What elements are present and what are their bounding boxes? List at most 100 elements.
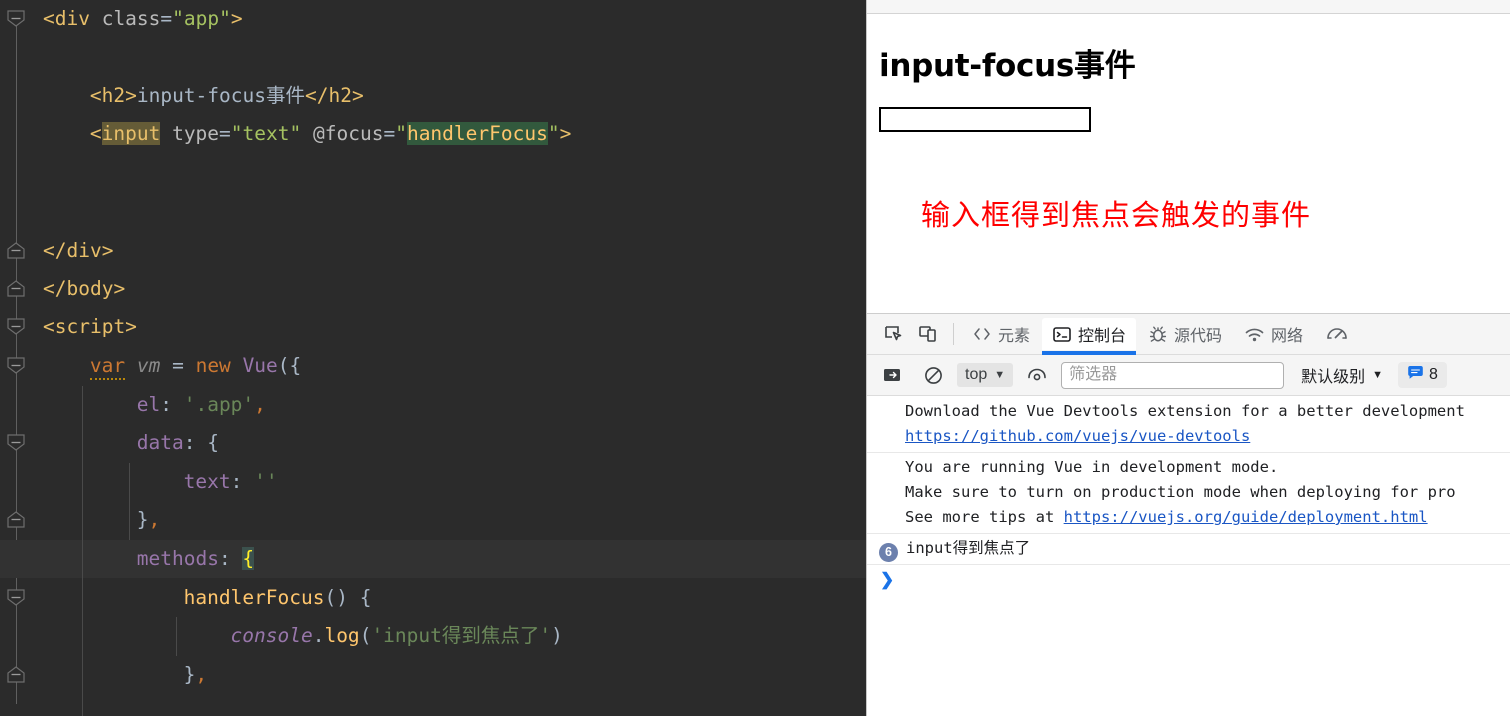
code-token: "text" (230, 122, 302, 145)
fold-marker-down[interactable] (6, 357, 28, 374)
sidebar-toggle-icon[interactable] (875, 360, 909, 390)
code-line[interactable]: <div class="app"> (35, 0, 243, 38)
code-token: </div> (43, 239, 114, 262)
code-token: > (559, 122, 572, 145)
code-line[interactable]: <input type="text" @focus="handlerFocus"… (35, 115, 571, 153)
code-token: type (172, 122, 220, 145)
performance-gauge-icon (1325, 324, 1349, 344)
console-text: Download the Vue Devtools extension for … (905, 402, 1465, 420)
clear-console-icon[interactable] (916, 360, 950, 390)
inspect-element-icon[interactable] (877, 319, 911, 349)
code-token: '' (254, 470, 278, 493)
code-token: { (242, 547, 255, 570)
console-message-counted: 6 input得到焦点了 (867, 534, 1510, 565)
focus-text-input[interactable] (879, 107, 1091, 132)
console-filter-input[interactable] (1061, 361, 1285, 389)
code-token: } (136, 508, 149, 531)
code-token: </h2> (304, 84, 364, 107)
code-line[interactable]: handlerFocus() { (35, 579, 372, 617)
console-message-text: input得到焦点了 (906, 539, 1031, 557)
console-toolbar: top ▼ 默认级别 ▼ (867, 355, 1510, 396)
code-token: ( (359, 624, 372, 647)
console-message-count: 8 (1429, 366, 1438, 383)
code-line[interactable]: el: '.app', (35, 386, 266, 424)
code-token: : (230, 470, 255, 493)
code-line[interactable]: console.log('input得到焦点了') (35, 617, 563, 655)
tab-console-label: 控制台 (1078, 328, 1127, 345)
red-note-text: 输入框得到焦点会触发的事件 (921, 198, 1312, 232)
tabbar-divider (953, 323, 954, 345)
code-token: @focus (313, 122, 384, 145)
code-token: <h2> (89, 84, 137, 107)
code-line[interactable]: data: { (35, 424, 219, 462)
code-token: handlerFocus (183, 586, 325, 609)
code-line[interactable]: var vm = new Vue({ (35, 347, 301, 385)
code-line[interactable]: </body> (35, 270, 125, 308)
console-link[interactable]: https://github.com/vuejs/vue-devtools (905, 427, 1250, 445)
fold-marker-down[interactable] (6, 10, 28, 27)
code-token: <div (43, 7, 102, 30)
code-token: var (89, 354, 126, 380)
fold-marker-down[interactable] (6, 434, 28, 451)
console-repeat-count-badge: 6 (879, 543, 898, 562)
code-token: class (101, 7, 161, 30)
console-prompt-row[interactable]: ❯ (867, 565, 1510, 595)
console-message-line: See more tips at https://vuejs.org/guide… (867, 505, 1510, 530)
tab-console[interactable]: 控制台 (1042, 318, 1137, 355)
editor-fold-gutter[interactable] (0, 0, 35, 716)
console-message-line: Download the Vue Devtools extension for … (867, 399, 1510, 424)
code-line[interactable]: text: '' (35, 463, 278, 501)
code-token: ({ (277, 354, 302, 377)
live-expression-icon[interactable] (1020, 360, 1054, 390)
code-token: = (160, 354, 196, 377)
device-toolbar-icon[interactable] (911, 319, 945, 349)
code-line[interactable]: <script> (35, 308, 137, 346)
fold-marker-up[interactable] (6, 511, 28, 528)
code-token: () { (324, 586, 372, 609)
devtools-panel: 元素 控制台 源代码 网络 top ▼ 筛选器 默认级别 ▼ 8 Downloa… (867, 313, 1510, 716)
tab-elements-label: 元素 (998, 328, 1031, 345)
console-message-count-badge[interactable]: 8 (1398, 362, 1447, 388)
chevron-down-icon: ▼ (994, 369, 1006, 381)
code-token: '.app' (183, 393, 255, 416)
tab-elements[interactable]: 元素 (962, 318, 1040, 350)
code-line[interactable]: </div> (35, 232, 113, 270)
console-message-line: Make sure to turn on production mode whe… (867, 480, 1510, 505)
fold-marker-down[interactable] (6, 589, 28, 606)
console-output[interactable]: Download the Vue Devtools extension for … (867, 397, 1510, 716)
code-token: ) (551, 624, 563, 647)
fold-marker-down[interactable] (6, 318, 28, 335)
console-context-dropdown[interactable]: top ▼ (957, 363, 1014, 387)
console-level-dropdown[interactable]: 默认级别 ▼ (1301, 363, 1383, 387)
console-prompt-caret-icon: ❯ (880, 570, 895, 589)
code-token: , (195, 663, 208, 686)
editor-code-area[interactable]: <div class="app"> <h2>input-focus事件</h2> <… (0, 0, 866, 716)
code-token: new (195, 354, 231, 377)
code-token: console (230, 624, 313, 647)
code-editor-pane[interactable]: <div class="app"> <h2>input-focus事件</h2> <… (0, 0, 866, 716)
code-line[interactable]: methods: { (35, 540, 255, 578)
console-link[interactable]: https://vuejs.org/guide/deployment.html (1064, 508, 1428, 526)
fold-marker-up[interactable] (6, 242, 28, 259)
tab-network[interactable]: 网络 (1234, 318, 1313, 350)
code-line[interactable]: <h2>input-focus事件</h2> (35, 77, 364, 115)
code-token: " (547, 122, 560, 145)
code-token: handlerFocus (406, 122, 548, 145)
code-token: , (254, 393, 266, 416)
code-token: methods (136, 547, 219, 570)
console-context-value: top (965, 366, 988, 383)
code-token: = (219, 122, 231, 145)
bug-icon (1148, 325, 1168, 344)
fold-marker-up[interactable] (6, 280, 28, 297)
wifi-icon (1244, 325, 1265, 344)
code-token: > (230, 7, 243, 30)
code-line[interactable]: }, (35, 656, 208, 694)
tab-sources[interactable]: 源代码 (1138, 318, 1232, 350)
code-line[interactable]: }, (35, 501, 161, 539)
tab-performance[interactable] (1315, 318, 1365, 350)
code-token: input-focus事件 (136, 84, 305, 107)
fold-marker-up[interactable] (6, 666, 28, 683)
